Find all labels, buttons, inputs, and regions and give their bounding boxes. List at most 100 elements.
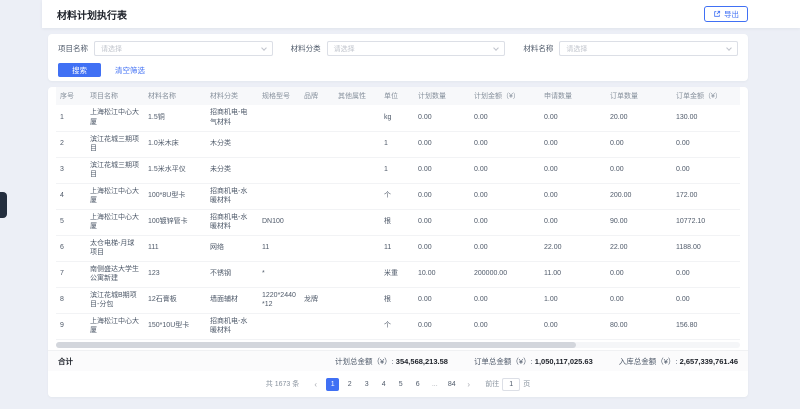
table-cell: 上海松江中心大厦 xyxy=(86,209,144,235)
table-cell xyxy=(258,105,300,131)
summary-item-value: 354,568,213.58 xyxy=(396,357,448,366)
summary-item-label: 入库总金额（¥）: xyxy=(619,357,680,366)
table-cell: 0.00 xyxy=(414,183,470,209)
summary-item-value: 1,050,117,025.63 xyxy=(535,357,593,366)
table-cell xyxy=(300,105,334,131)
table-cell: 1 xyxy=(380,131,414,157)
summary-bar: 合计 计划总金额（¥）: 354,568,213.58订单总金额（¥）: 1,0… xyxy=(48,350,748,371)
table-cell: 7 xyxy=(56,261,86,287)
column-header: 订单金额（¥） xyxy=(672,87,740,105)
filter-group: 项目名称请选择 xyxy=(58,41,273,56)
table-cell: 130.00 xyxy=(672,105,740,131)
table-cell xyxy=(258,183,300,209)
table-cell: 0.00 xyxy=(470,183,540,209)
table-cell: 龙牌 xyxy=(300,287,334,313)
select-placeholder: 请选择 xyxy=(334,44,355,54)
material-table: 序号项目名称材料名称材料分类规格型号品牌其他属性单位计划数量计划金额（¥）申请数… xyxy=(56,87,740,340)
page-button[interactable]: 3 xyxy=(360,378,373,391)
table-cell: 不锈钢 xyxy=(206,261,258,287)
column-header: 申请数量 xyxy=(540,87,606,105)
table-cell: 200000.00 xyxy=(470,261,540,287)
goto-prefix: 前往 xyxy=(485,379,499,389)
table-cell: 木分类 xyxy=(206,131,258,157)
table-cell: 墙面辅材 xyxy=(206,287,258,313)
table-cell xyxy=(300,313,334,339)
material-name-select[interactable]: 请选择 xyxy=(559,41,738,56)
table-cell: * xyxy=(258,261,300,287)
table-cell: 90.00 xyxy=(606,209,672,235)
table-cell: 22.00 xyxy=(606,235,672,261)
table-cell: 11.00 xyxy=(540,261,606,287)
column-header: 序号 xyxy=(56,87,86,105)
material-table-card: 序号项目名称材料名称材料分类规格型号品牌其他属性单位计划数量计划金额（¥）申请数… xyxy=(48,87,748,397)
table-cell: 1 xyxy=(380,157,414,183)
table-row: 2滨江花城三期项目1.0米木床木分类10.000.000.000.000.00 xyxy=(56,131,740,157)
export-icon xyxy=(713,10,721,18)
table-cell: 8 xyxy=(56,287,86,313)
clear-filter-button[interactable]: 清空筛选 xyxy=(115,65,145,76)
table-cell xyxy=(334,131,380,157)
table-cell: 22.00 xyxy=(540,235,606,261)
page-button[interactable]: 2 xyxy=(343,378,356,391)
pagination-total: 共 1673 条 xyxy=(266,379,299,389)
column-header: 材料分类 xyxy=(206,87,258,105)
table-cell: 10.00 xyxy=(414,261,470,287)
table-cell: 0.00 xyxy=(606,287,672,313)
table-cell: 0.00 xyxy=(414,313,470,339)
table-cell: 根 xyxy=(380,287,414,313)
table-cell xyxy=(334,105,380,131)
filter-actions: 搜索 清空筛选 xyxy=(58,63,738,77)
page-button[interactable]: 6 xyxy=(411,378,424,391)
table-cell: 1 xyxy=(56,105,86,131)
page-button[interactable]: 4 xyxy=(377,378,390,391)
page-button[interactable]: 5 xyxy=(394,378,407,391)
next-page-button[interactable]: › xyxy=(462,378,475,391)
project-name-select[interactable]: 请选择 xyxy=(94,41,273,56)
table-cell: 0.00 xyxy=(606,131,672,157)
table-cell xyxy=(334,209,380,235)
table-cell: 0.00 xyxy=(672,261,740,287)
table-cell: 200.00 xyxy=(606,183,672,209)
table-cell xyxy=(258,157,300,183)
table-cell: 1.0米木床 xyxy=(144,131,206,157)
column-header: 规格型号 xyxy=(258,87,300,105)
page-ellipsis[interactable]: ... xyxy=(428,378,441,391)
table-cell: 0.00 xyxy=(540,131,606,157)
page-button[interactable]: 1 xyxy=(326,378,339,391)
page-button[interactable]: 84 xyxy=(445,378,458,391)
table-cell: 0.00 xyxy=(414,209,470,235)
prev-page-button[interactable]: ‹ xyxy=(309,378,322,391)
horizontal-scrollbar[interactable] xyxy=(56,342,740,348)
goto-page-input[interactable] xyxy=(502,378,520,391)
table-cell: 0.00 xyxy=(672,131,740,157)
search-button[interactable]: 搜索 xyxy=(58,63,101,77)
export-button[interactable]: 导出 xyxy=(704,6,748,22)
table-cell: 123 xyxy=(144,261,206,287)
table-cell: 10772.10 xyxy=(672,209,740,235)
table-cell: 0.00 xyxy=(470,157,540,183)
table-cell: 9 xyxy=(56,313,86,339)
table-cell: 0.00 xyxy=(470,105,540,131)
column-header: 品牌 xyxy=(300,87,334,105)
table-cell: 0.00 xyxy=(540,105,606,131)
pagination-bar: 共 1673 条 ‹ 123456...84 › 前往 页 xyxy=(48,371,748,397)
chevron-down-icon xyxy=(726,45,732,51)
table-cell: 未分类 xyxy=(206,157,258,183)
sidebar-expand-handle[interactable] xyxy=(0,192,7,218)
table-cell: 招商机电-水暖材料 xyxy=(206,313,258,339)
horizontal-scrollbar-thumb[interactable] xyxy=(56,342,576,348)
page-list: 123456... 84 xyxy=(326,378,458,391)
table-cell xyxy=(334,235,380,261)
summary-item: 计划总金额（¥）: 354,568,213.58 xyxy=(335,356,448,367)
table-cell xyxy=(334,287,380,313)
table-cell: 1.5铜 xyxy=(144,105,206,131)
column-header: 项目名称 xyxy=(86,87,144,105)
table-cell: 156.80 xyxy=(672,313,740,339)
table-cell: 个 xyxy=(380,183,414,209)
table-row: 3滨江花城三期项目1.5米水平仪未分类10.000.000.000.000.00 xyxy=(56,157,740,183)
table-cell: 1188.00 xyxy=(672,235,740,261)
table-cell xyxy=(300,183,334,209)
table-cell: 0.00 xyxy=(540,157,606,183)
table-cell: 0.00 xyxy=(414,235,470,261)
material-category-select[interactable]: 请选择 xyxy=(327,41,506,56)
